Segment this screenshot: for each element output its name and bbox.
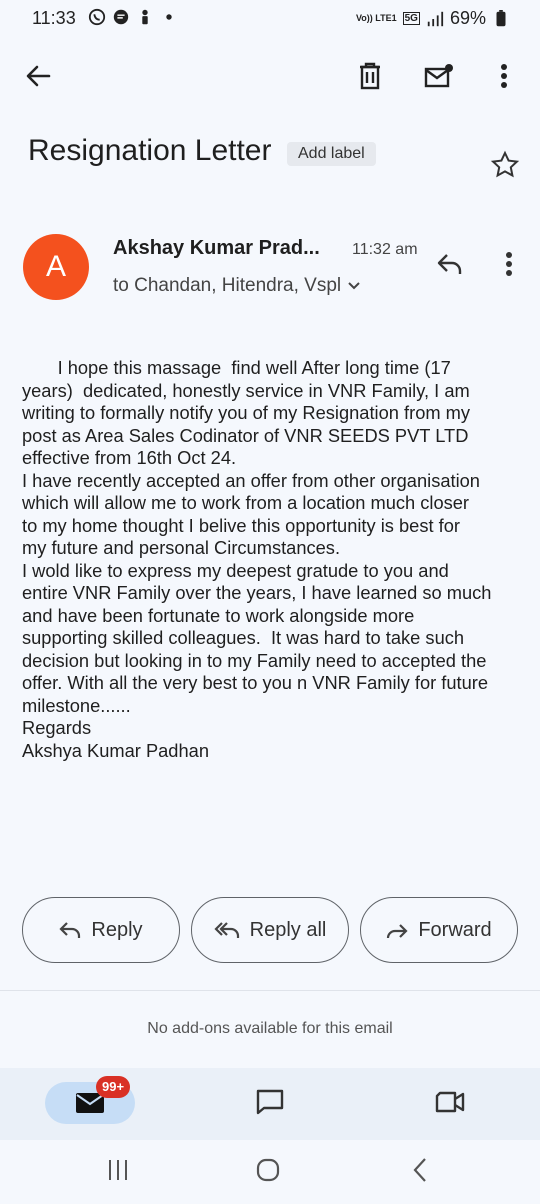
chevron-down-icon [348,282,360,290]
star-button[interactable] [490,150,520,185]
volte-label: Vo)) LTE1 [355,13,397,23]
battery-percent: 69% [449,8,486,28]
chevron-left-icon [413,1158,426,1182]
email-time: 11:32 am [352,241,418,258]
reply-all-icon [214,922,239,938]
chat-icon [113,9,129,25]
reply-icon [59,922,81,938]
message-actions: Reply Reply all Forward [22,897,518,963]
recents-icon [109,1160,127,1180]
reply-icon [437,254,462,274]
back-button[interactable] [16,54,60,98]
back-nav-button[interactable] [398,1148,442,1192]
mark-unread-button[interactable] [417,54,461,98]
whatsapp-icon [88,8,106,26]
more-vert-icon [501,64,507,88]
battery-icon [496,9,506,26]
divider [0,990,540,991]
forward-icon [387,924,408,939]
arrow-left-icon [26,65,51,87]
reply-all-button[interactable]: Reply all [191,897,349,963]
reply-button[interactable]: Reply [22,897,180,963]
message-more-button[interactable] [487,242,531,286]
recents-button[interactable] [96,1148,140,1192]
email-body: I hope this massage find well After long… [22,357,492,761]
status-bar: 11:33 Vo)) LTE1 5G 69% [0,0,540,36]
nav-chat[interactable] [248,1080,292,1124]
system-icons: Vo)) LTE1 5G 69% [356,8,510,29]
status-time: 11:33 [32,8,76,28]
recipients-toggle[interactable]: to Chandan, Hitendra, Vspl [113,275,361,297]
signal-icon [427,11,444,26]
add-label-button[interactable]: Add label [287,142,376,166]
video-camera-icon [435,1091,465,1113]
reply-label: Reply [91,918,143,941]
reply-icon-button[interactable] [428,242,472,286]
chat-bubble-icon [256,1089,284,1115]
home-button[interactable] [246,1148,290,1192]
sender-name[interactable]: Akshay Kumar Prad... [113,237,320,260]
mail-dot-icon [424,64,453,88]
home-icon [256,1158,280,1182]
more-options-button[interactable] [482,54,526,98]
delete-button[interactable] [348,54,392,98]
trash-icon [360,62,380,90]
more-vert-icon [506,252,512,276]
dot-icon [166,14,172,20]
addons-message: No add-ons available for this email [147,1020,393,1037]
forward-label: Forward [418,918,492,941]
notification-icons [88,8,178,26]
email-toolbar [0,40,540,112]
bottom-navigation: 99+ [0,1068,540,1140]
network-type-label: 5G [402,12,420,25]
system-navigation [0,1140,540,1204]
forward-button[interactable]: Forward [360,897,518,963]
email-subject: Resignation Letter [28,134,272,167]
star-icon [490,150,520,178]
person-icon [142,9,148,25]
recipients-text: to Chandan, Hitendra, Vspl [113,275,342,296]
sender-avatar[interactable]: A [23,234,89,300]
reply-all-label: Reply all [249,918,327,941]
nav-meet[interactable] [428,1080,472,1124]
unread-badge: 99+ [96,1076,131,1098]
